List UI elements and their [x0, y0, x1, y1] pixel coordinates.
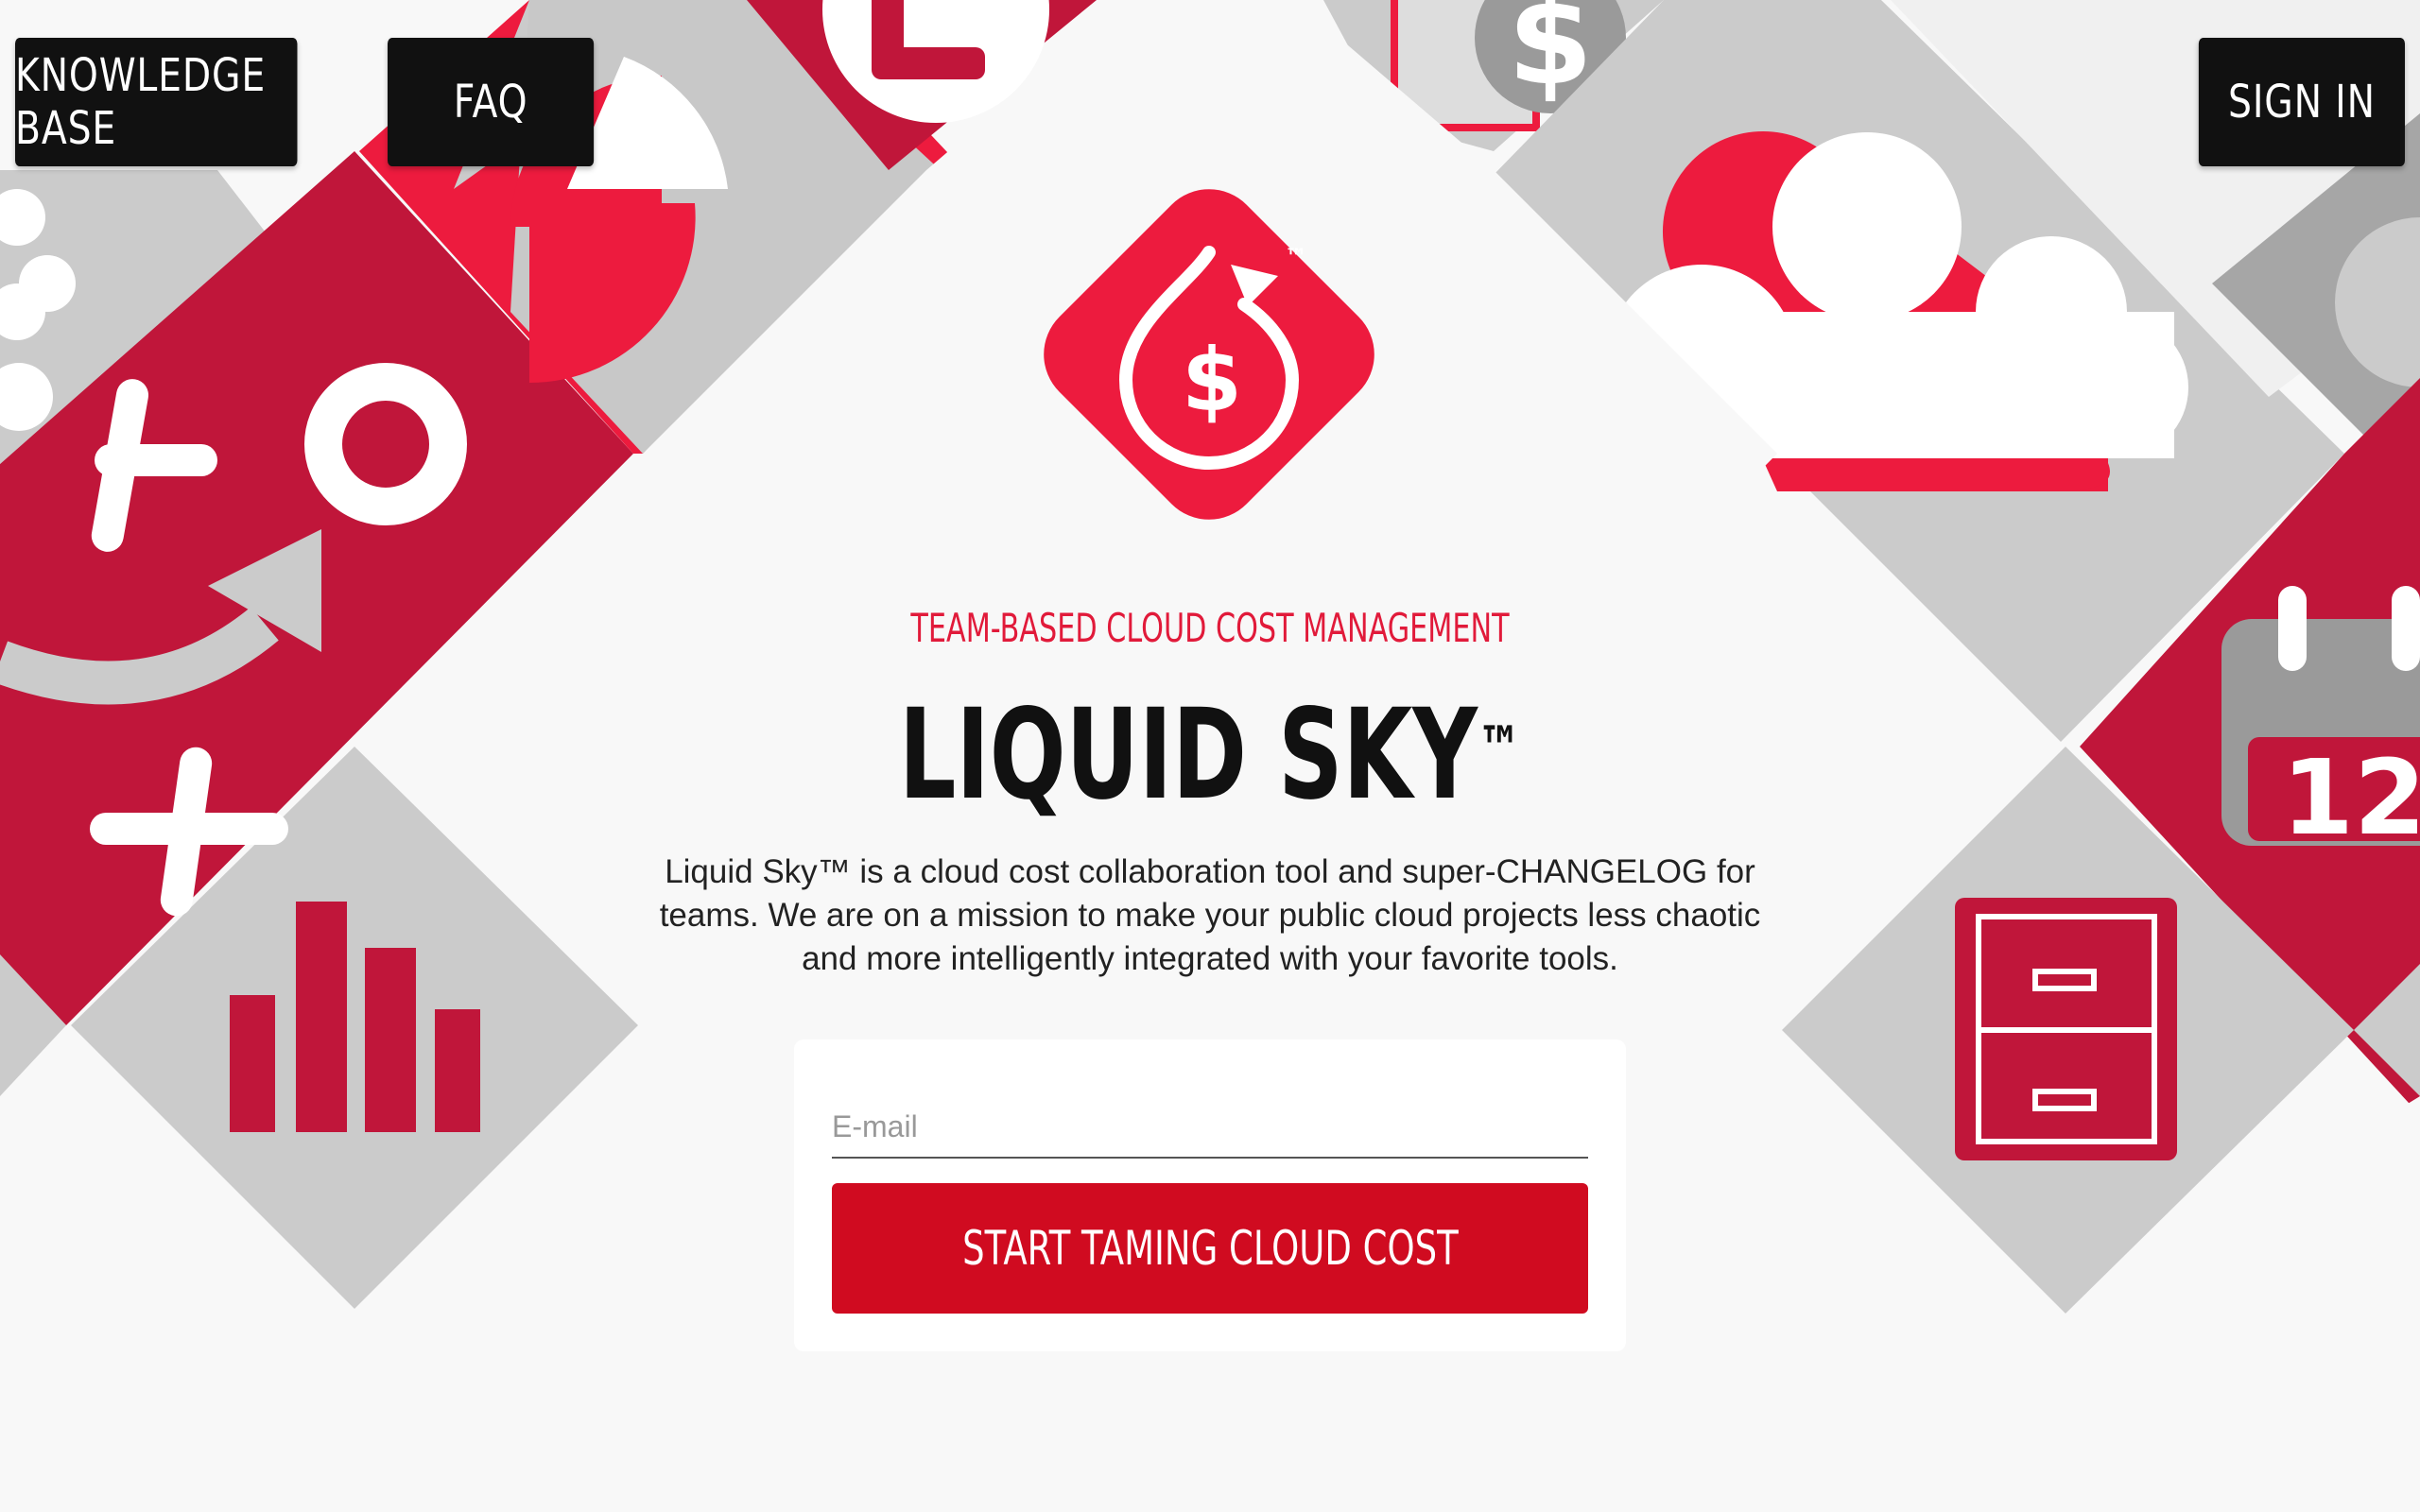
tagline: TEAM-BASED CLOUD COST MANAGEMENT — [910, 605, 1510, 651]
hero-section: $ ™ TEAM-BASED CLOUD COST MANAGEMENT LIQ… — [0, 0, 2420, 1512]
dollar-drop-logo-icon: $ ™ — [1044, 189, 1374, 520]
logo-trademark: ™ — [1285, 244, 1307, 270]
page-title-text: LIQUID SKY — [898, 682, 1478, 828]
hero-description: Liquid Sky™ is a cloud cost collaboratio… — [659, 853, 1761, 977]
logo-dollar-symbol: $ — [1182, 330, 1242, 431]
cta-label: START TAMING CLOUD COST — [961, 1221, 1459, 1276]
signup-card: START TAMING CLOUD COST — [794, 1040, 1626, 1351]
trademark-mark: ™ — [1478, 714, 1522, 784]
email-field[interactable] — [832, 1096, 1588, 1159]
page-title: LIQUID SKY™ — [836, 684, 1584, 826]
start-taming-cloud-cost-button[interactable]: START TAMING CLOUD COST — [832, 1183, 1588, 1314]
